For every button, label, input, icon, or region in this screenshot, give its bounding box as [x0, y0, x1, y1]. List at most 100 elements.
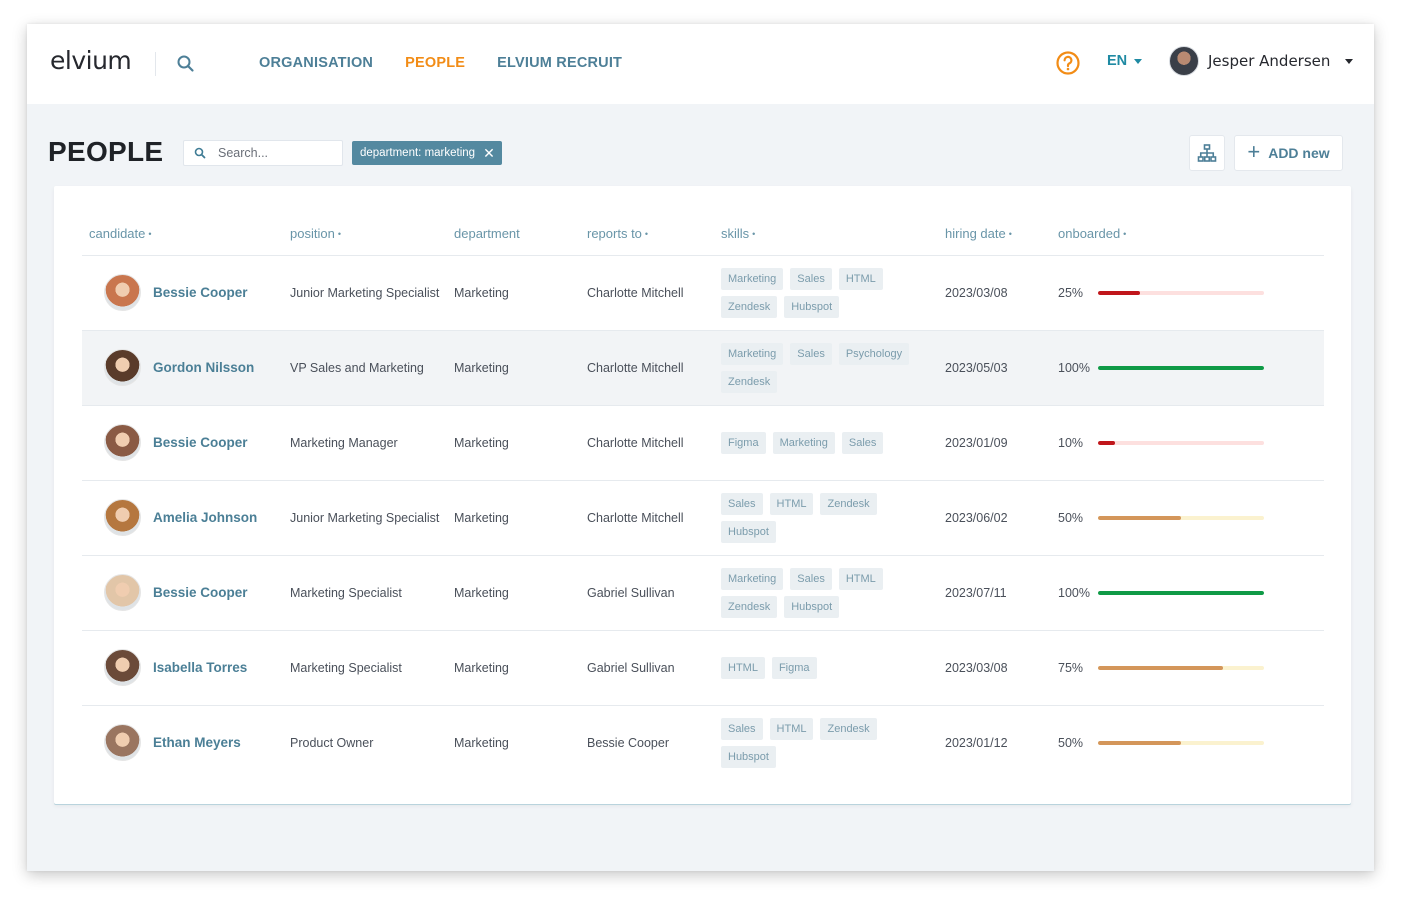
onboarded-progress-bar: [1098, 665, 1264, 670]
hiring-date-cell: 2023/03/08: [945, 255, 1058, 331]
reports-to-cell: Bessie Cooper: [587, 735, 669, 750]
search-input[interactable]: [218, 146, 328, 160]
position-cell: Product Owner: [290, 735, 374, 750]
onboarded-progress-bar: [1098, 740, 1264, 745]
column-header-candidate[interactable]: candidate •: [82, 218, 290, 256]
skill-tag: Sales: [721, 717, 763, 740]
avatar: [104, 649, 141, 686]
candidate-cell: Isabella Torres: [82, 649, 290, 686]
skill-list: Marketing Sales Psychology Zendesk: [721, 342, 931, 393]
department-cell: Marketing: [454, 405, 587, 481]
filter-chip-label: department: marketing: [360, 147, 476, 159]
org-chart-icon: [1197, 144, 1217, 162]
avatar: [104, 574, 141, 611]
hiring-date-cell: 2023/01/12: [945, 735, 1008, 750]
table-row[interactable]: Amelia Johnson Junior Marketing Speciali…: [82, 480, 1324, 556]
onboarded-progress-fill: [1098, 290, 1140, 295]
column-header-hiring-date[interactable]: hiring date •: [945, 218, 1058, 256]
candidate-cell: Bessie Cooper: [82, 574, 290, 611]
skill-tag: Zendesk: [721, 295, 778, 318]
hiring-date-cell: 2023/05/03: [945, 330, 1058, 406]
candidate-name[interactable]: Bessie Cooper: [153, 285, 248, 300]
reports-to-cell: Gabriel Sullivan: [587, 630, 721, 706]
candidate-name[interactable]: Gordon Nilsson: [153, 360, 254, 375]
people-search[interactable]: [183, 140, 343, 166]
skills-cell: HTML Figma: [721, 630, 945, 706]
onboarded-progress-fill: [1098, 740, 1181, 745]
hiring-date-cell: 2023/07/11: [945, 555, 1058, 631]
skill-tag: HTML: [769, 717, 814, 740]
skill-tag: Hubspot: [721, 520, 776, 543]
nav-elvium-recruit[interactable]: ELVIUM RECRUIT: [497, 55, 622, 71]
skill-tag: Sales: [841, 431, 884, 454]
divider: [155, 52, 156, 76]
onboarded-percent: 50%: [1058, 735, 1084, 750]
position-cell: VP Sales and Marketing: [290, 330, 454, 406]
column-header-onboarded[interactable]: onboarded •: [1058, 218, 1324, 256]
reports-to-cell: Gabriel Sullivan: [587, 555, 721, 631]
language-selector[interactable]: EN: [1107, 53, 1143, 69]
skill-tag: Figma: [721, 431, 766, 454]
skill-tag: Hubspot: [784, 595, 840, 618]
main-nav: ORGANISATION PEOPLE ELVIUM RECRUIT: [259, 55, 622, 71]
elvium-logo[interactable]: elvium: [50, 46, 132, 75]
page-title: PEOPLE: [48, 136, 164, 167]
onboarded-percent: 100%: [1058, 360, 1090, 375]
user-menu[interactable]: Jesper Andersen: [1169, 46, 1354, 76]
department-cell: Marketing: [454, 330, 587, 406]
column-header-reports-to[interactable]: reports to •: [587, 218, 721, 256]
onboarded-progress-fill: [1098, 365, 1264, 370]
people-table-card: candidate • position • department reports …: [54, 186, 1351, 804]
nav-organisation[interactable]: ORGANISATION: [259, 55, 373, 71]
column-header-position[interactable]: position •: [290, 218, 454, 256]
onboarded-percent: 10%: [1058, 435, 1084, 450]
hiring-date-cell: 2023/01/09: [945, 405, 1058, 481]
position-cell: Marketing Specialist: [290, 555, 454, 631]
candidate-name[interactable]: Bessie Cooper: [153, 585, 248, 600]
column-header-skills[interactable]: skills •: [721, 218, 945, 256]
onboarded-percent: 100%: [1058, 585, 1090, 600]
table-row[interactable]: Gordon Nilsson VP Sales and Marketing Ma…: [82, 330, 1324, 406]
nav-people[interactable]: PEOPLE: [405, 55, 465, 71]
table-row[interactable]: Ethan Meyers Product Owner Marketing Bes…: [82, 705, 1324, 780]
skill-list: Sales HTML Zendesk Hubspot: [721, 717, 931, 768]
skill-tag: HTML: [838, 267, 883, 290]
candidate-name[interactable]: Bessie Cooper: [153, 435, 248, 450]
table-row[interactable]: Bessie Cooper Marketing Specialist Marke…: [82, 555, 1324, 631]
candidate-name[interactable]: Isabella Torres: [153, 660, 247, 675]
department-cell: Marketing: [454, 630, 587, 706]
avatar: [104, 499, 141, 536]
skill-tag: Zendesk: [820, 717, 877, 740]
skill-list: HTML Figma: [721, 656, 931, 679]
skill-tag: Sales: [790, 342, 832, 365]
position-cell: Junior Marketing Specialist: [290, 480, 454, 556]
plus-icon: +: [1247, 139, 1261, 164]
top-navbar: elvium ORGANISATION PEOPLE ELVIUM RECRUI…: [27, 24, 1374, 104]
skill-tag: Hubspot: [721, 745, 776, 768]
candidate-cell: Ethan Meyers: [82, 724, 290, 762]
column-header-department[interactable]: department: [454, 218, 587, 256]
table-row[interactable]: Isabella Torres Marketing Specialist Mar…: [82, 630, 1324, 706]
skill-tag: HTML: [838, 567, 883, 590]
skill-tag: Sales: [790, 267, 832, 290]
skill-tag: Marketing: [721, 267, 784, 290]
table-row[interactable]: Bessie Cooper Marketing Manager Marketin…: [82, 405, 1324, 481]
candidate-name[interactable]: Amelia Johnson: [153, 510, 257, 525]
onboarded-progress-fill: [1098, 665, 1223, 670]
candidate-name[interactable]: Ethan Meyers: [153, 735, 241, 750]
skill-tag: Sales: [721, 492, 763, 515]
table-row[interactable]: Bessie Cooper Junior Marketing Specialis…: [82, 255, 1324, 331]
help-icon[interactable]: [1055, 50, 1081, 76]
onboarded-progress-bar: [1098, 290, 1264, 295]
skills-cell: Sales HTML Zendesk Hubspot: [721, 705, 945, 780]
skill-tag: Hubspot: [784, 295, 840, 318]
close-icon[interactable]: ✕: [483, 146, 495, 160]
skills-cell: Figma Marketing Sales: [721, 405, 945, 481]
org-chart-button[interactable]: [1189, 135, 1225, 171]
skill-list: Marketing Sales HTML Zendesk Hubspot: [721, 267, 931, 318]
search-icon[interactable]: [175, 53, 197, 75]
add-new-button[interactable]: + ADD new: [1234, 135, 1343, 171]
reports-to-cell: Charlotte Mitchell: [587, 480, 721, 556]
onboarded-cell: 75%: [1058, 630, 1324, 706]
candidate-cell: Bessie Cooper: [82, 424, 290, 461]
